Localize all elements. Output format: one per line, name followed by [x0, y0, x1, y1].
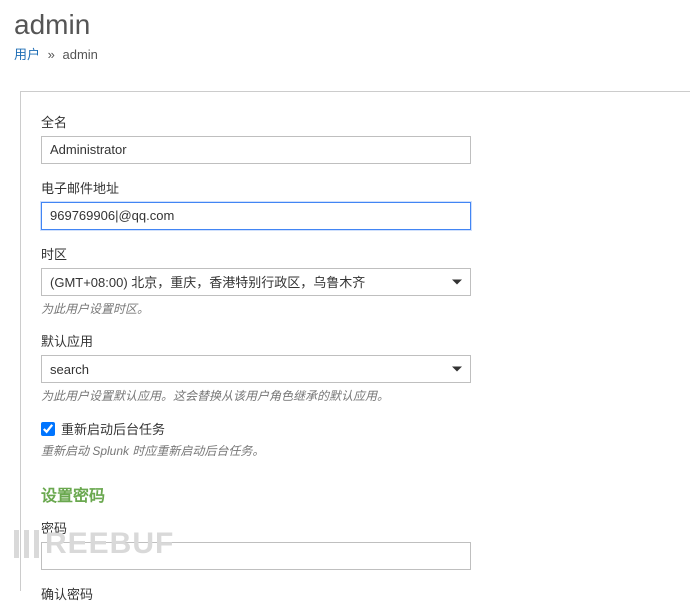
password-section-title: 设置密码 — [41, 482, 670, 506]
password-input[interactable] — [41, 542, 471, 570]
fullname-input[interactable] — [41, 136, 471, 164]
default-app-select[interactable]: search — [41, 355, 471, 383]
email-input[interactable] — [41, 202, 471, 230]
restart-bg-help: 重新启动 Splunk 时应重新启动后台任务。 — [41, 443, 670, 460]
confirm-password-label: 确认密码 — [41, 584, 670, 603]
timezone-help: 为此用户设置时区。 — [41, 301, 670, 318]
fullname-row: 全名 — [41, 112, 670, 164]
restart-bg-checkbox[interactable] — [41, 422, 55, 436]
timezone-value: (GMT+08:00) 北京，重庆，香港特别行政区，乌鲁木齐 — [50, 272, 365, 291]
email-row: 电子邮件地址 — [41, 178, 670, 230]
default-app-label: 默认应用 — [41, 331, 670, 350]
timezone-row: 时区 (GMT+08:00) 北京，重庆，香港特别行政区，乌鲁木齐 为此用户设置… — [41, 244, 670, 318]
email-label: 电子邮件地址 — [41, 178, 670, 197]
breadcrumb-root-link[interactable]: 用户 — [14, 47, 40, 62]
chevron-down-icon — [452, 367, 462, 372]
restart-bg-row: 重新启动后台任务 重新启动 Splunk 时应重新启动后台任务。 — [41, 419, 670, 460]
restart-bg-label: 重新启动后台任务 — [61, 419, 165, 438]
default-app-row: 默认应用 search 为此用户设置默认应用。这会替换从该用户角色继承的默认应用… — [41, 331, 670, 405]
confirm-password-row: 确认密码 — [41, 584, 670, 603]
breadcrumb-separator: » — [48, 47, 55, 62]
chevron-down-icon — [452, 279, 462, 284]
default-app-help: 为此用户设置默认应用。这会替换从该用户角色继承的默认应用。 — [41, 388, 670, 405]
page-title: admin — [14, 8, 676, 42]
fullname-label: 全名 — [41, 112, 670, 131]
breadcrumb-current: admin — [63, 47, 98, 62]
password-row: 密码 — [41, 518, 670, 570]
timezone-select[interactable]: (GMT+08:00) 北京，重庆，香港特别行政区，乌鲁木齐 — [41, 268, 471, 296]
settings-panel: 全名 电子邮件地址 时区 (GMT+08:00) 北京，重庆，香港特别行政区，乌… — [20, 91, 690, 591]
timezone-label: 时区 — [41, 244, 670, 263]
breadcrumb: 用户 » admin — [14, 44, 676, 63]
default-app-value: search — [50, 362, 89, 377]
password-label: 密码 — [41, 518, 670, 537]
